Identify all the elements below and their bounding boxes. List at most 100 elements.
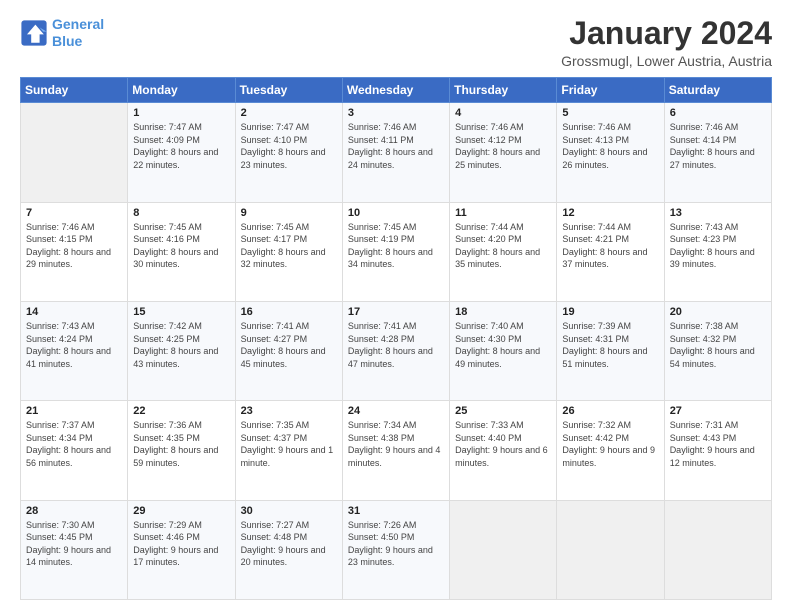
day-number: 28 xyxy=(26,505,122,517)
calendar-cell: 25 Sunrise: 7:33 AMSunset: 4:40 PMDayligh… xyxy=(450,401,557,500)
day-number: 27 xyxy=(670,405,766,417)
logo-line2: Blue xyxy=(52,33,82,49)
logo-line1: General xyxy=(52,16,104,32)
calendar-cell: 6 Sunrise: 7:46 AMSunset: 4:14 PMDaylight… xyxy=(664,103,771,202)
day-number: 7 xyxy=(26,207,122,219)
calendar-cell: 14 Sunrise: 7:43 AMSunset: 4:24 PMDayligh… xyxy=(21,301,128,400)
calendar-body: 1 Sunrise: 7:47 AMSunset: 4:09 PMDaylight… xyxy=(21,103,772,600)
day-number: 30 xyxy=(241,505,337,517)
day-number: 10 xyxy=(348,207,444,219)
day-info: Sunrise: 7:36 AMSunset: 4:35 PMDaylight:… xyxy=(133,419,229,469)
calendar-cell: 18 Sunrise: 7:40 AMSunset: 4:30 PMDayligh… xyxy=(450,301,557,400)
calendar-table: SundayMondayTuesdayWednesdayThursdayFrid… xyxy=(20,77,772,600)
day-header-wednesday: Wednesday xyxy=(342,78,449,103)
day-number: 29 xyxy=(133,505,229,517)
calendar-cell: 30 Sunrise: 7:27 AMSunset: 4:48 PMDayligh… xyxy=(235,500,342,599)
calendar-cell: 31Sunrise: 7:26 AMSunset: 4:50 PMDayligh… xyxy=(342,500,449,599)
day-header-tuesday: Tuesday xyxy=(235,78,342,103)
day-number: 22 xyxy=(133,405,229,417)
day-number: 6 xyxy=(670,107,766,119)
logo-icon xyxy=(20,19,48,47)
day-number: 4 xyxy=(455,107,551,119)
main-title: January 2024 xyxy=(561,16,772,51)
day-info: Sunrise: 7:43 AMSunset: 4:24 PMDaylight:… xyxy=(26,320,122,370)
calendar-cell xyxy=(450,500,557,599)
day-info: Sunrise: 7:46 AMSunset: 4:13 PMDaylight:… xyxy=(562,121,658,171)
header: General Blue January 2024 Grossmugl, Low… xyxy=(20,16,772,69)
day-info: Sunrise: 7:46 AMSunset: 4:11 PMDaylight:… xyxy=(348,121,444,171)
day-info: Sunrise: 7:26 AMSunset: 4:50 PMDaylight:… xyxy=(348,519,444,569)
logo-text: General Blue xyxy=(52,16,104,50)
title-area: January 2024 Grossmugl, Lower Austria, A… xyxy=(561,16,772,69)
week-row-4: 21Sunrise: 7:37 AMSunset: 4:34 PMDayligh… xyxy=(21,401,772,500)
day-info: Sunrise: 7:39 AMSunset: 4:31 PMDaylight:… xyxy=(562,320,658,370)
day-info: Sunrise: 7:44 AMSunset: 4:21 PMDaylight:… xyxy=(562,221,658,271)
day-info: Sunrise: 7:46 AMSunset: 4:14 PMDaylight:… xyxy=(670,121,766,171)
day-info: Sunrise: 7:47 AMSunset: 4:09 PMDaylight:… xyxy=(133,121,229,171)
day-number: 19 xyxy=(562,306,658,318)
day-number: 25 xyxy=(455,405,551,417)
day-number: 11 xyxy=(455,207,551,219)
day-number: 18 xyxy=(455,306,551,318)
day-number: 13 xyxy=(670,207,766,219)
day-number: 23 xyxy=(241,405,337,417)
day-header-monday: Monday xyxy=(128,78,235,103)
day-info: Sunrise: 7:43 AMSunset: 4:23 PMDaylight:… xyxy=(670,221,766,271)
calendar-cell: 17Sunrise: 7:41 AMSunset: 4:28 PMDayligh… xyxy=(342,301,449,400)
day-info: Sunrise: 7:32 AMSunset: 4:42 PMDaylight:… xyxy=(562,419,658,469)
day-info: Sunrise: 7:41 AMSunset: 4:27 PMDaylight:… xyxy=(241,320,337,370)
calendar-header: SundayMondayTuesdayWednesdayThursdayFrid… xyxy=(21,78,772,103)
calendar-cell: 9 Sunrise: 7:45 AMSunset: 4:17 PMDaylight… xyxy=(235,202,342,301)
day-number: 5 xyxy=(562,107,658,119)
calendar-cell: 12 Sunrise: 7:44 AMSunset: 4:21 PMDayligh… xyxy=(557,202,664,301)
day-number: 12 xyxy=(562,207,658,219)
calendar-cell xyxy=(557,500,664,599)
subtitle: Grossmugl, Lower Austria, Austria xyxy=(561,53,772,69)
day-number: 20 xyxy=(670,306,766,318)
day-header-row: SundayMondayTuesdayWednesdayThursdayFrid… xyxy=(21,78,772,103)
day-number: 1 xyxy=(133,107,229,119)
calendar-cell: 10Sunrise: 7:45 AMSunset: 4:19 PMDayligh… xyxy=(342,202,449,301)
calendar-cell: 28Sunrise: 7:30 AMSunset: 4:45 PMDayligh… xyxy=(21,500,128,599)
calendar-cell: 19 Sunrise: 7:39 AMSunset: 4:31 PMDayligh… xyxy=(557,301,664,400)
calendar-cell: 8Sunrise: 7:45 AMSunset: 4:16 PMDaylight… xyxy=(128,202,235,301)
calendar-cell: 3 Sunrise: 7:46 AMSunset: 4:11 PMDaylight… xyxy=(342,103,449,202)
day-header-friday: Friday xyxy=(557,78,664,103)
day-info: Sunrise: 7:40 AMSunset: 4:30 PMDaylight:… xyxy=(455,320,551,370)
day-number: 17 xyxy=(348,306,444,318)
calendar-cell: 2 Sunrise: 7:47 AMSunset: 4:10 PMDaylight… xyxy=(235,103,342,202)
day-number: 14 xyxy=(26,306,122,318)
calendar-cell: 20 Sunrise: 7:38 AMSunset: 4:32 PMDayligh… xyxy=(664,301,771,400)
day-number: 16 xyxy=(241,306,337,318)
calendar-cell: 1 Sunrise: 7:47 AMSunset: 4:09 PMDaylight… xyxy=(128,103,235,202)
day-info: Sunrise: 7:47 AMSunset: 4:10 PMDaylight:… xyxy=(241,121,337,171)
week-row-1: 1 Sunrise: 7:47 AMSunset: 4:09 PMDaylight… xyxy=(21,103,772,202)
week-row-3: 14 Sunrise: 7:43 AMSunset: 4:24 PMDayligh… xyxy=(21,301,772,400)
calendar-cell: 15Sunrise: 7:42 AMSunset: 4:25 PMDayligh… xyxy=(128,301,235,400)
calendar-cell: 29Sunrise: 7:29 AMSunset: 4:46 PMDayligh… xyxy=(128,500,235,599)
day-info: Sunrise: 7:46 AMSunset: 4:12 PMDaylight:… xyxy=(455,121,551,171)
day-info: Sunrise: 7:45 AMSunset: 4:16 PMDaylight:… xyxy=(133,221,229,271)
calendar-cell: 11Sunrise: 7:44 AMSunset: 4:20 PMDayligh… xyxy=(450,202,557,301)
calendar-cell: 7Sunrise: 7:46 AMSunset: 4:15 PMDaylight… xyxy=(21,202,128,301)
logo: General Blue xyxy=(20,16,104,50)
calendar-cell: 16 Sunrise: 7:41 AMSunset: 4:27 PMDayligh… xyxy=(235,301,342,400)
calendar-cell: 26Sunrise: 7:32 AMSunset: 4:42 PMDayligh… xyxy=(557,401,664,500)
day-info: Sunrise: 7:35 AMSunset: 4:37 PMDaylight:… xyxy=(241,419,337,469)
day-info: Sunrise: 7:38 AMSunset: 4:32 PMDaylight:… xyxy=(670,320,766,370)
calendar-cell: 5 Sunrise: 7:46 AMSunset: 4:13 PMDaylight… xyxy=(557,103,664,202)
day-info: Sunrise: 7:33 AMSunset: 4:40 PMDaylight:… xyxy=(455,419,551,469)
day-info: Sunrise: 7:42 AMSunset: 4:25 PMDaylight:… xyxy=(133,320,229,370)
day-info: Sunrise: 7:45 AMSunset: 4:17 PMDaylight:… xyxy=(241,221,337,271)
calendar-cell xyxy=(21,103,128,202)
week-row-5: 28Sunrise: 7:30 AMSunset: 4:45 PMDayligh… xyxy=(21,500,772,599)
day-header-sunday: Sunday xyxy=(21,78,128,103)
day-number: 9 xyxy=(241,207,337,219)
day-number: 2 xyxy=(241,107,337,119)
calendar-cell xyxy=(664,500,771,599)
day-number: 3 xyxy=(348,107,444,119)
week-row-2: 7Sunrise: 7:46 AMSunset: 4:15 PMDaylight… xyxy=(21,202,772,301)
day-header-thursday: Thursday xyxy=(450,78,557,103)
day-info: Sunrise: 7:27 AMSunset: 4:48 PMDaylight:… xyxy=(241,519,337,569)
day-info: Sunrise: 7:31 AMSunset: 4:43 PMDaylight:… xyxy=(670,419,766,469)
